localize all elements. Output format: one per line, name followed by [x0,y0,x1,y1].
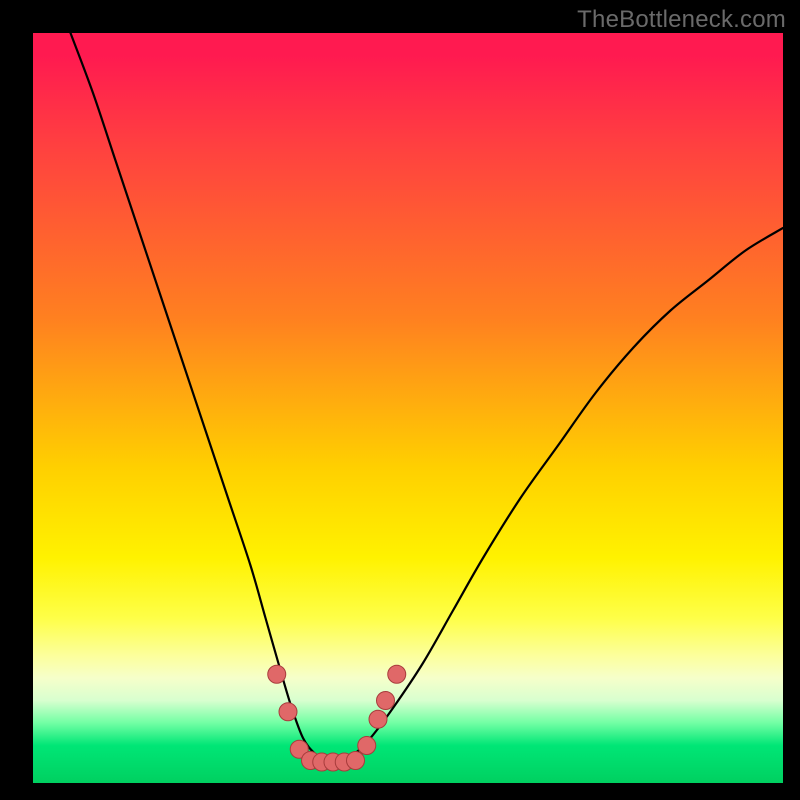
curve-marker [377,692,395,710]
curve-marker [279,703,297,721]
curve-marker [268,665,286,683]
curve-marker [358,737,376,755]
curve-line [71,33,784,761]
chart-svg [33,33,783,783]
plot-area [33,33,783,783]
curve-marker [369,710,387,728]
curve-marker [388,665,406,683]
watermark-text: TheBottleneck.com [577,6,786,34]
curve-marker [347,752,365,770]
curve-markers [268,665,406,771]
chart-frame: TheBottleneck.com [0,0,800,800]
